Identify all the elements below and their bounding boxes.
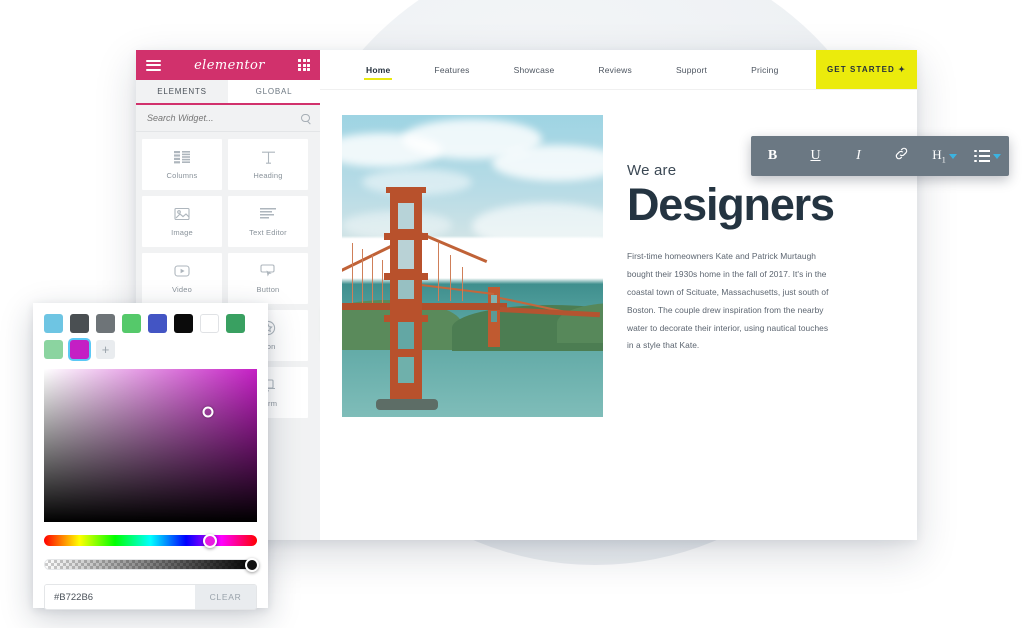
heading-label: H1 xyxy=(932,147,946,165)
grid-icon[interactable] xyxy=(298,59,310,71)
link-icon xyxy=(895,147,908,165)
swatch-selected[interactable] xyxy=(70,340,89,359)
site-navbar: Home Features Showcase Reviews Support P… xyxy=(320,50,917,90)
italic-button[interactable]: I xyxy=(837,136,880,176)
nav-links: Home Features Showcase Reviews Support P… xyxy=(320,50,816,89)
elementor-logo: elementor xyxy=(194,57,265,73)
nav-item-features[interactable]: Features xyxy=(412,50,491,89)
widget-label: Text Editor xyxy=(249,228,287,237)
bold-button[interactable]: B xyxy=(751,136,794,176)
panel-header: elementor xyxy=(136,50,320,80)
nav-item-support[interactable]: Support xyxy=(654,50,729,89)
swatch-6[interactable] xyxy=(200,314,219,333)
chevron-down-icon xyxy=(948,153,957,159)
widget-label: Video xyxy=(171,285,193,294)
widget-label: Image xyxy=(171,228,193,237)
saturation-handle[interactable] xyxy=(202,406,214,418)
swatch-8[interactable] xyxy=(44,340,63,359)
image-icon xyxy=(174,206,190,222)
hue-slider-handle[interactable] xyxy=(203,533,218,548)
columns-icon xyxy=(174,149,190,165)
hero-paragraph: First-time homeowners Kate and Patrick M… xyxy=(627,251,829,351)
heading-icon xyxy=(261,149,276,165)
alpha-slider[interactable] xyxy=(44,557,259,572)
saturation-value-area[interactable] xyxy=(44,369,257,522)
clear-button[interactable]: CLEAR xyxy=(195,585,256,609)
widget-image[interactable]: Image xyxy=(142,196,222,247)
rich-text-toolbar: B U I H1 xyxy=(751,136,1009,176)
hex-input-row: CLEAR xyxy=(44,584,257,610)
widget-button[interactable]: Button xyxy=(228,253,308,304)
nav-item-home[interactable]: Home xyxy=(344,50,412,89)
alpha-slider-handle[interactable] xyxy=(244,557,259,572)
color-picker-panel: + CLEAR xyxy=(33,303,268,610)
tab-elements[interactable]: ELEMENTS xyxy=(136,80,228,103)
widget-columns[interactable]: Columns xyxy=(142,139,222,190)
swatch-0[interactable] xyxy=(44,314,63,333)
swatch-2[interactable] xyxy=(96,314,115,333)
swatch-palette: + xyxy=(33,303,268,359)
tab-global[interactable]: GLOBAL xyxy=(228,80,320,103)
hex-input[interactable] xyxy=(45,585,195,609)
nav-item-pricing[interactable]: Pricing xyxy=(729,50,800,89)
widget-heading[interactable]: Heading xyxy=(228,139,308,190)
heading-level: 1 xyxy=(941,155,946,165)
bulleted-list-icon xyxy=(974,150,990,163)
heading-level-button[interactable]: H1 xyxy=(923,136,966,176)
screenshot-stage: elementor ELEMENTS GLOBAL Search Widget.… xyxy=(0,0,1024,628)
hamburger-icon[interactable] xyxy=(146,59,161,71)
hero-image xyxy=(342,115,603,417)
chevron-down-icon xyxy=(993,153,1001,159)
search-row xyxy=(136,105,320,132)
widget-text-editor[interactable]: Text Editor xyxy=(228,196,308,247)
nav-item-showcase[interactable]: Showcase xyxy=(492,50,577,89)
widget-label: Columns xyxy=(166,171,198,180)
nav-item-reviews[interactable]: Reviews xyxy=(576,50,654,89)
widget-video[interactable]: Video xyxy=(142,253,222,304)
list-button[interactable] xyxy=(966,136,1009,176)
swatch-5[interactable] xyxy=(174,314,193,333)
underline-button[interactable]: U xyxy=(794,136,837,176)
hue-slider[interactable] xyxy=(44,533,257,548)
swatch-1[interactable] xyxy=(70,314,89,333)
text-editor-icon xyxy=(260,206,276,222)
swatch-7[interactable] xyxy=(226,314,245,333)
hero-headline: Designers xyxy=(627,179,835,230)
site-preview: Home Features Showcase Reviews Support P… xyxy=(320,50,917,540)
search-input[interactable] xyxy=(147,113,301,123)
add-swatch-button[interactable]: + xyxy=(96,340,115,359)
swatch-3[interactable] xyxy=(122,314,141,333)
get-started-button[interactable]: GET STARTED ✦ xyxy=(816,50,917,89)
widget-label: Button xyxy=(256,285,280,294)
button-icon xyxy=(260,263,276,279)
swatch-4[interactable] xyxy=(148,314,167,333)
search-icon[interactable] xyxy=(301,113,310,123)
video-icon xyxy=(174,263,190,279)
panel-tabs: ELEMENTS GLOBAL xyxy=(136,80,320,105)
widget-label: Heading xyxy=(253,171,283,180)
link-button[interactable] xyxy=(880,136,923,176)
